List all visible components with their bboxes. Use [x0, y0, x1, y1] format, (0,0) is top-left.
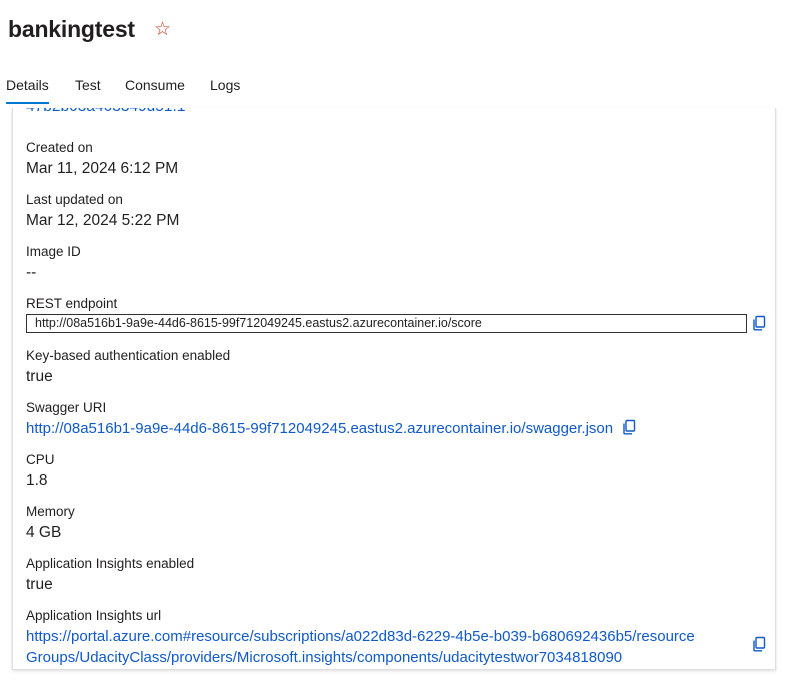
partial-field-value[interactable]: 47b2b03a403349d51.1 [26, 108, 185, 116]
app-insights-enabled-label: Application Insights enabled [26, 556, 195, 571]
rest-endpoint-input[interactable]: http://08a516b1-9a9e-44d6-8615-99f712049… [26, 314, 747, 333]
app-insights-url-link[interactable]: https://portal.azure.com#resource/subscr… [26, 626, 746, 668]
memory-label: Memory [26, 504, 75, 519]
swagger-uri-label: Swagger URI [26, 400, 107, 415]
last-updated-field: Last updated on Mar 12, 2024 5:22 PM [26, 191, 179, 230]
memory-value: 4 GB [26, 524, 62, 541]
image-id-field: Image ID -- [26, 243, 81, 282]
copy-icon[interactable] [751, 315, 767, 331]
star-outline-icon[interactable]: ☆ [154, 20, 171, 39]
tab-test[interactable]: Test [75, 76, 101, 102]
last-updated-label: Last updated on [26, 192, 123, 207]
app-insights-enabled-value: true [26, 576, 53, 593]
key-auth-label: Key-based authentication enabled [26, 348, 231, 363]
cpu-field: CPU 1.8 [26, 451, 55, 490]
tab-consume[interactable]: Consume [125, 76, 185, 102]
tab-details[interactable]: Details [6, 76, 49, 104]
app-insights-url-field: Application Insights url https://portal.… [26, 607, 746, 668]
copy-icon[interactable] [621, 419, 637, 435]
copy-icon[interactable] [751, 636, 767, 652]
details-card: 47b2b03a403349d51.1 Created on Mar 11, 2… [12, 108, 776, 670]
cpu-label: CPU [26, 452, 55, 467]
rest-endpoint-label: REST endpoint [26, 296, 118, 311]
tab-bar: Details Test Consume Logs [0, 76, 801, 106]
last-updated-value: Mar 12, 2024 5:22 PM [26, 212, 180, 229]
created-on-value: Mar 11, 2024 6:12 PM [26, 160, 179, 177]
app-insights-url-line2[interactable]: Groups/UdacityClass/providers/Microsoft.… [26, 647, 746, 668]
app-insights-url-label: Application Insights url [26, 608, 162, 623]
image-id-value: -- [26, 264, 37, 281]
cpu-value: 1.8 [26, 472, 48, 489]
rest-endpoint-field: REST endpoint [26, 295, 117, 312]
tab-logs[interactable]: Logs [210, 76, 240, 102]
swagger-uri-link[interactable]: http://08a516b1-9a9e-44d6-8615-99f712049… [26, 420, 613, 437]
swagger-uri-field: Swagger URI http://08a516b1-9a9e-44d6-86… [26, 399, 637, 438]
page-title: bankingtest [8, 16, 135, 42]
memory-field: Memory 4 GB [26, 503, 75, 542]
created-on-label: Created on [26, 140, 93, 155]
created-on-field: Created on Mar 11, 2024 6:12 PM [26, 139, 178, 178]
app-insights-url-line1[interactable]: https://portal.azure.com#resource/subscr… [26, 626, 746, 647]
key-auth-value: true [26, 368, 53, 385]
app-insights-enabled-field: Application Insights enabled true [26, 555, 194, 594]
key-auth-field: Key-based authentication enabled true [26, 347, 230, 386]
image-id-label: Image ID [26, 244, 81, 259]
